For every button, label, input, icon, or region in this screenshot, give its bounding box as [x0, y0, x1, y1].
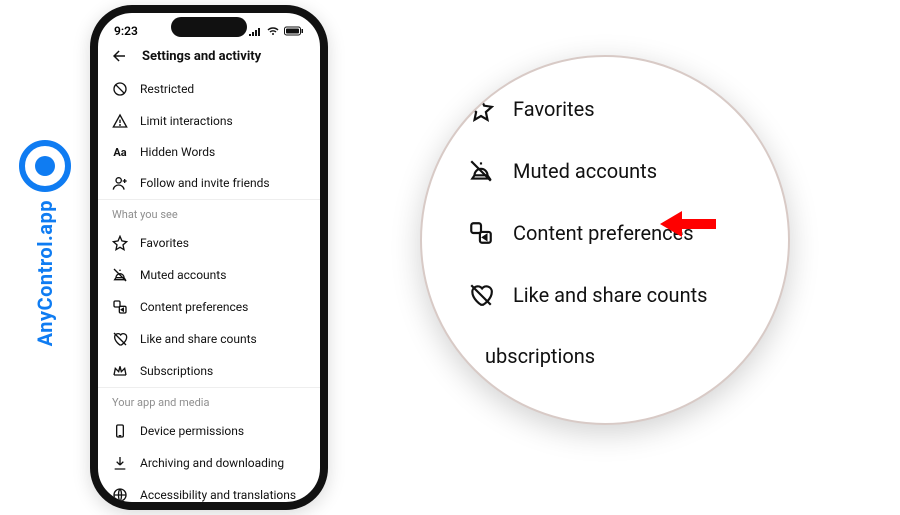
brand-text: AnyControl.app — [33, 200, 57, 346]
row-label: Muted accounts — [140, 268, 306, 282]
muted-icon — [112, 267, 128, 283]
star-icon — [112, 235, 128, 251]
warning-icon — [112, 113, 128, 129]
download-icon — [112, 455, 128, 471]
row-label: Archiving and downloading — [140, 456, 306, 470]
arrow-left-red-icon — [660, 211, 716, 237]
row-label: Hidden Words — [140, 145, 306, 159]
row-limit-interactions[interactable]: Limit interactions — [98, 105, 320, 137]
row-subscriptions[interactable]: Subscriptions — [98, 355, 320, 387]
zoom-row-muted-accounts[interactable]: Muted accounts — [467, 140, 790, 202]
status-indicators — [248, 26, 304, 36]
status-time: 9:23 — [114, 24, 138, 38]
signal-icon — [248, 26, 262, 36]
add-person-icon — [112, 175, 128, 191]
page-header: Settings and activity — [98, 41, 320, 73]
row-label: Accessibility and translations — [140, 488, 306, 502]
row-label: Follow and invite friends — [140, 176, 306, 190]
zoom-partial-bottom: ubscriptions — [485, 344, 595, 368]
section-your-app-media: Your app and media — [98, 387, 320, 415]
brand-logo-icon — [19, 140, 71, 192]
feed-icon — [467, 220, 495, 246]
row-content-preferences[interactable]: Content preferences — [98, 291, 320, 323]
row-restricted[interactable]: Restricted — [98, 73, 320, 105]
zoom-label: Muted accounts — [513, 159, 657, 183]
row-hidden-words[interactable]: Aa Hidden Words — [98, 137, 320, 167]
heart-icon — [112, 331, 128, 347]
muted-icon — [467, 158, 495, 184]
row-label: Restricted — [140, 82, 306, 96]
arrow-left-icon — [110, 47, 128, 65]
magnifier-circle: u see Favorites Muted accounts Content p… — [420, 55, 790, 425]
row-label: Device permissions — [140, 424, 306, 438]
zoom-label: Like and share counts — [513, 283, 708, 307]
row-archiving-downloading[interactable]: Archiving and downloading — [98, 447, 320, 479]
row-device-permissions[interactable]: Device permissions — [98, 415, 320, 447]
page-title: Settings and activity — [142, 49, 261, 64]
zoom-row-like-share-counts[interactable]: Like and share counts — [467, 264, 790, 326]
row-muted-accounts[interactable]: Muted accounts — [98, 259, 320, 291]
row-like-share-counts[interactable]: Like and share counts — [98, 323, 320, 355]
section-what-you-see: What you see — [98, 199, 320, 227]
heart-icon — [467, 282, 495, 308]
zoom-row-favorites[interactable]: Favorites — [467, 78, 790, 140]
wifi-icon — [266, 26, 280, 36]
device-icon — [112, 423, 128, 439]
crown-icon — [112, 363, 128, 379]
row-label: Content preferences — [140, 300, 306, 314]
row-label: Favorites — [140, 236, 306, 250]
row-follow-invite[interactable]: Follow and invite friends — [98, 167, 320, 199]
highlight-arrow — [660, 211, 716, 237]
zoom-label: Favorites — [513, 97, 595, 121]
feed-icon — [112, 299, 128, 315]
settings-list: Restricted Limit interactions Aa Hidden … — [98, 73, 320, 510]
zoom-row-subscriptions-partial[interactable]: ubscriptions — [467, 326, 790, 386]
brand-watermark: AnyControl.app — [10, 140, 80, 346]
phone-notch — [171, 17, 247, 37]
star-icon — [467, 96, 495, 122]
zoom-row-content-preferences[interactable]: Content preferences — [467, 202, 790, 264]
row-label: Limit interactions — [140, 114, 306, 128]
aa-icon: Aa — [112, 146, 128, 159]
phone-mockup: 9:23 Settings and activity Restricted Li… — [90, 5, 328, 510]
row-favorites[interactable]: Favorites — [98, 227, 320, 259]
back-button[interactable] — [110, 47, 128, 65]
globe-icon — [112, 487, 128, 503]
restricted-icon — [112, 81, 128, 97]
battery-icon — [284, 26, 304, 36]
row-label: Like and share counts — [140, 332, 306, 346]
zoom-partial-header: u see — [420, 55, 790, 78]
row-label: Subscriptions — [140, 364, 306, 378]
row-accessibility-translations[interactable]: Accessibility and translations — [98, 479, 320, 510]
